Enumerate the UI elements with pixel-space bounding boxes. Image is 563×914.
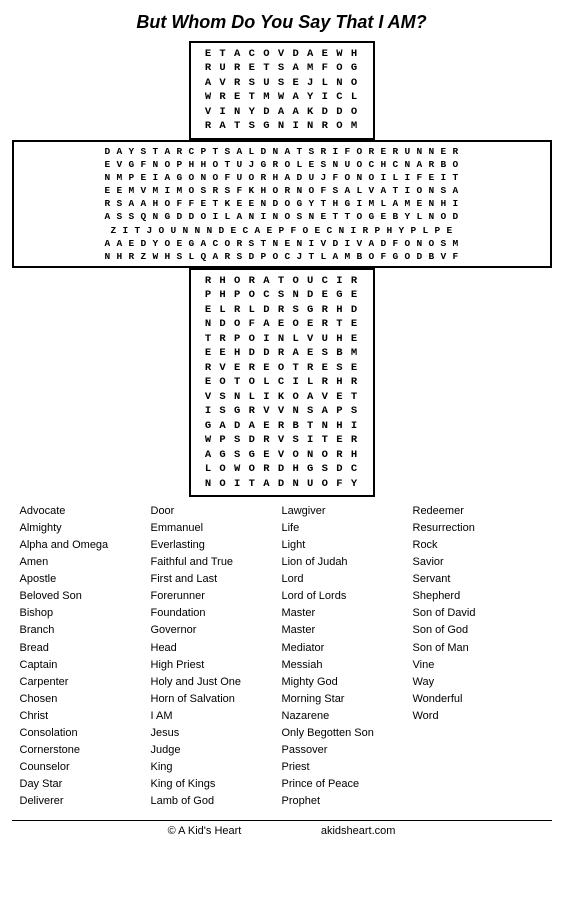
word-item: Lawgiver — [282, 503, 413, 520]
word-item — [413, 793, 544, 810]
word-item: Carpenter — [20, 674, 151, 691]
word-item: Lamb of God — [151, 793, 282, 810]
footer: © A Kid's Heart akidsheart.com — [12, 820, 552, 841]
word-item — [413, 742, 544, 759]
word-item: Redeemer — [413, 503, 544, 520]
word-item: Word — [413, 708, 544, 725]
word-item: Servant — [413, 571, 544, 588]
word-item: Jesus — [151, 725, 282, 742]
word-item: Cornerstone — [20, 742, 151, 759]
word-item: Prince of Peace — [282, 776, 413, 793]
word-item: Advocate — [20, 503, 151, 520]
word-item: Priest — [282, 759, 413, 776]
word-list-container: AdvocateDoorLawgiverRedeemer AlmightyEmma… — [12, 499, 552, 814]
word-item: Deliverer — [20, 793, 151, 810]
word-item: Resurrection — [413, 520, 544, 537]
word-item: Mighty God — [282, 674, 413, 691]
word-item: Only Begotten Son — [282, 725, 413, 742]
word-item: Shepherd — [413, 588, 544, 605]
word-item: Son of Man — [413, 640, 544, 657]
word-item: Wonderful — [413, 691, 544, 708]
word-item: Foundation — [151, 605, 282, 622]
cross-wrapper: E T A C O V D A E W H R U R E T S A M F … — [12, 41, 552, 497]
word-item: Savior — [413, 554, 544, 571]
word-item: Mediator — [282, 640, 413, 657]
word-item: Chosen — [20, 691, 151, 708]
center-grid: R H O R A T O U C I R P H P O C S N D E … — [191, 270, 373, 495]
cross-top: E T A C O V D A E W H R U R E T S A M F … — [189, 41, 375, 140]
word-item: Prophet — [282, 793, 413, 810]
word-item — [413, 725, 544, 742]
word-item — [413, 759, 544, 776]
word-item: Apostle — [20, 571, 151, 588]
word-item: Everlasting — [151, 537, 282, 554]
word-item: Bishop — [20, 605, 151, 622]
word-item: Captain — [20, 657, 151, 674]
word-item: Master — [282, 622, 413, 639]
word-item: Forerunner — [151, 588, 282, 605]
word-item: Faithful and True — [151, 554, 282, 571]
word-item: Morning Star — [282, 691, 413, 708]
top-grid: E T A C O V D A E W H R U R E T S A M F … — [191, 43, 373, 138]
word-item: Lord of Lords — [282, 588, 413, 605]
word-item: Beloved Son — [20, 588, 151, 605]
word-item: Master — [282, 605, 413, 622]
word-item: Emmanuel — [151, 520, 282, 537]
word-item: Nazarene — [282, 708, 413, 725]
word-item: Rock — [413, 537, 544, 554]
footer-right: akidsheart.com — [321, 825, 396, 837]
word-item: Holy and Just One — [151, 674, 282, 691]
page-title: But Whom Do You Say That I AM? — [136, 12, 426, 33]
word-item: I AM — [151, 708, 282, 725]
word-item: Son of David — [413, 605, 544, 622]
word-item: Life — [282, 520, 413, 537]
word-item: Messiah — [282, 657, 413, 674]
word-item: Judge — [151, 742, 282, 759]
cross-center: R H O R A T O U C I R P H P O C S N D E … — [189, 268, 375, 497]
word-item: Bread — [20, 640, 151, 657]
word-item — [413, 776, 544, 793]
word-item: Christ — [20, 708, 151, 725]
word-item: Almighty — [20, 520, 151, 537]
word-item: First and Last — [151, 571, 282, 588]
word-item: Head — [151, 640, 282, 657]
word-item: Lord — [282, 571, 413, 588]
word-item: Door — [151, 503, 282, 520]
word-item: King of Kings — [151, 776, 282, 793]
word-item: Consolation — [20, 725, 151, 742]
word-item: Passover — [282, 742, 413, 759]
word-item: Counselor — [20, 759, 151, 776]
word-item: Alpha and Omega — [20, 537, 151, 554]
word-item: King — [151, 759, 282, 776]
word-item: High Priest — [151, 657, 282, 674]
word-list-grid: AdvocateDoorLawgiverRedeemer AlmightyEmma… — [20, 503, 544, 810]
word-item: Amen — [20, 554, 151, 571]
word-item: Vine — [413, 657, 544, 674]
outer-border: D A Y S T A R C P T S A L D N A T S R I … — [12, 140, 552, 268]
middle-grid: D A Y S T A R C P T S A L D N A T S R I … — [14, 142, 550, 266]
word-item: Way — [413, 674, 544, 691]
word-item: Branch — [20, 622, 151, 639]
word-item: Light — [282, 537, 413, 554]
footer-left: © A Kid's Heart — [168, 825, 242, 837]
word-item: Lion of Judah — [282, 554, 413, 571]
word-item: Horn of Salvation — [151, 691, 282, 708]
word-item: Day Star — [20, 776, 151, 793]
word-item: Governor — [151, 622, 282, 639]
word-item: Son of God — [413, 622, 544, 639]
